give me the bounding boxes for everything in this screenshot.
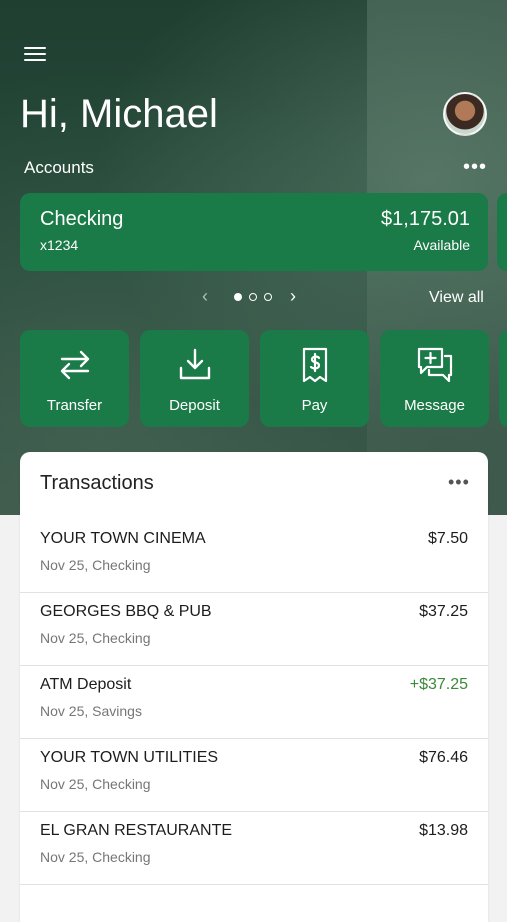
deposit-button[interactable]: Deposit (140, 330, 249, 427)
transaction-meta: Nov 25, Savings (40, 703, 142, 719)
transaction-meta: Nov 25, Checking (40, 557, 151, 573)
transaction-name: ATM Deposit (40, 676, 132, 693)
view-all-link[interactable]: View all (429, 289, 484, 307)
transfer-label: Transfer (46, 397, 103, 414)
transfer-button[interactable]: Transfer (20, 330, 129, 427)
transactions-title: Transactions (40, 472, 154, 494)
message-icon (417, 347, 452, 383)
next-account-card-peek[interactable] (497, 193, 507, 271)
account-number: x1234 (40, 237, 79, 253)
transaction-meta: Nov 25, Checking (40, 630, 151, 646)
message-button[interactable]: Message (380, 330, 489, 427)
next-action-tile-peek[interactable] (499, 330, 507, 427)
transaction-row[interactable]: YOUR TOWN CINEMA Nov 25, Checking $7.50 (20, 520, 488, 593)
transaction-amount: $13.98 (419, 822, 468, 839)
transaction-name: YOUR TOWN CINEMA (40, 530, 206, 547)
profile-avatar[interactable] (443, 92, 487, 136)
hamburger-menu-icon[interactable] (24, 44, 46, 64)
account-name: Checking (40, 208, 124, 230)
accounts-more-icon[interactable]: ••• (463, 156, 487, 179)
transaction-row[interactable]: GEORGES BBQ & PUB Nov 25, Checking $37.2… (20, 593, 488, 666)
greeting-title: Hi, Michael (20, 92, 218, 136)
pay-button[interactable]: Pay (260, 330, 369, 427)
pay-label: Pay (301, 397, 328, 414)
account-balance: $1,175.01 (381, 208, 470, 230)
transaction-row[interactable]: EL GRAN RESTAURANTE Nov 25, Checking $13… (20, 812, 488, 885)
pager-dot-active (234, 293, 242, 301)
pay-icon (302, 347, 327, 383)
transaction-row[interactable]: YOUR TOWN UTILITIES Nov 25, Checking $76… (20, 739, 488, 812)
transaction-row[interactable]: ATM Deposit Nov 25, Savings +$37.25 (20, 666, 488, 739)
message-label: Message (404, 397, 465, 414)
transaction-name: YOUR TOWN UTILITIES (40, 749, 219, 766)
transactions-panel: Transactions ••• YOUR TOWN CINEMA Nov 25… (20, 452, 488, 922)
transaction-name: GEORGES BBQ & PUB (40, 603, 212, 620)
deposit-icon (179, 348, 210, 380)
transfer-icon (60, 350, 89, 380)
accounts-label: Accounts (24, 158, 94, 177)
transaction-amount: $37.25 (419, 603, 468, 620)
pager-dot (249, 293, 257, 301)
transaction-amount: $76.46 (419, 749, 468, 766)
deposit-label: Deposit (169, 397, 220, 414)
transaction-meta: Nov 25, Checking (40, 776, 151, 792)
transactions-more-icon[interactable]: ••• (448, 472, 470, 493)
transaction-amount-credit: +$37.25 (409, 676, 468, 693)
pager-next-chevron-icon[interactable]: › (290, 286, 296, 307)
account-balance-label: Available (413, 237, 470, 253)
transaction-meta: Nov 25, Checking (40, 849, 151, 865)
account-card-checking[interactable]: Checking x1234 $1,175.01 Available (20, 193, 488, 271)
pager-prev-chevron-icon[interactable]: ‹ (202, 286, 208, 307)
transaction-name: EL GRAN RESTAURANTE (40, 822, 233, 839)
transaction-amount: $7.50 (427, 530, 468, 547)
pager-dot (264, 293, 272, 301)
